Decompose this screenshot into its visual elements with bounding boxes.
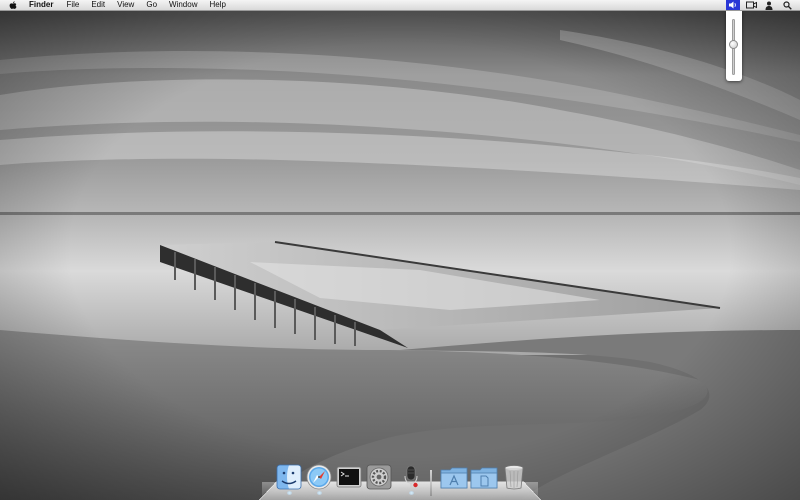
dock-safari[interactable] (306, 464, 332, 490)
applications-folder-icon (440, 467, 468, 489)
volume-slider-popup (726, 11, 742, 81)
menu-app-finder[interactable]: Finder (29, 0, 53, 10)
menu-go[interactable]: Go (146, 0, 157, 10)
volume-slider-knob[interactable] (729, 40, 738, 50)
dock-documents-stack[interactable] (470, 464, 498, 490)
menu-file[interactable]: File (66, 0, 79, 10)
desktop[interactable]: Finder File Edit View Go Window Help (0, 0, 800, 500)
documents-folder-icon (470, 467, 498, 489)
microphone-icon (404, 465, 418, 488)
finder-icon (276, 464, 302, 490)
display-icon[interactable] (744, 0, 758, 10)
desktop-wallpaper (0, 0, 800, 500)
dock-terminal[interactable] (336, 464, 362, 490)
dock-voice-memo[interactable] (398, 464, 424, 490)
menu-edit[interactable]: Edit (91, 0, 105, 10)
dock-finder[interactable] (276, 464, 302, 490)
terminal-icon (336, 466, 362, 488)
dock-trash[interactable] (502, 464, 528, 490)
dock-system-preferences[interactable] (366, 464, 392, 490)
safari-compass-icon (306, 464, 332, 490)
trash-icon (504, 465, 524, 490)
menu-bar: Finder File Edit View Go Window Help (0, 0, 800, 11)
apple-logo-icon[interactable] (9, 0, 19, 10)
dock-applications-stack[interactable] (440, 464, 468, 490)
menu-view[interactable]: View (117, 0, 134, 10)
menu-window[interactable]: Window (169, 0, 197, 10)
volume-icon[interactable] (726, 0, 740, 10)
menu-help[interactable]: Help (209, 0, 225, 10)
system-preferences-icon (366, 464, 392, 490)
spotlight-search-icon[interactable] (780, 0, 794, 10)
menu-extras (722, 0, 800, 10)
user-icon[interactable] (762, 0, 776, 10)
